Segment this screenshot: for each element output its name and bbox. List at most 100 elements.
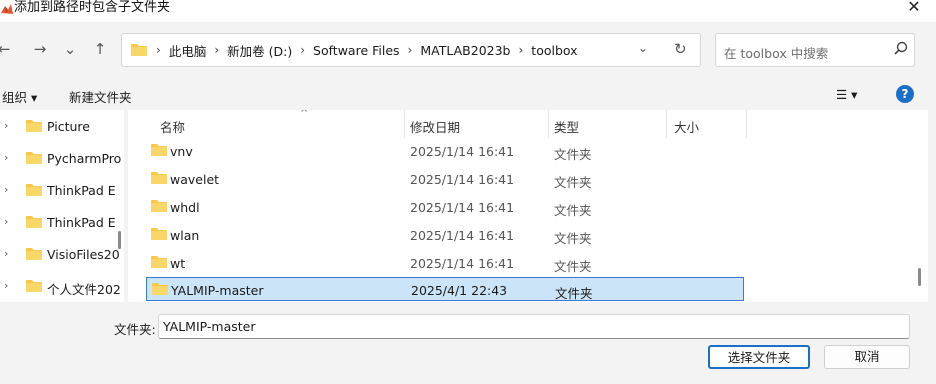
file-type: 文件夹 — [555, 286, 593, 301]
file-list-scrollbar[interactable] — [918, 268, 921, 286]
select-folder-button[interactable]: 选择文件夹 — [708, 345, 810, 369]
view-options-icon[interactable]: ☰ ▾ — [836, 87, 857, 102]
folder-icon — [152, 283, 168, 295]
folder-icon — [151, 172, 167, 184]
file-modified: 2025/4/1 22:43 — [411, 283, 508, 298]
file-name: whdl — [170, 200, 200, 215]
expand-chevron-icon[interactable]: › — [4, 151, 8, 164]
file-modified: 2025/1/14 16:41 — [410, 228, 515, 243]
breadcrumb-separator: › — [156, 43, 161, 57]
folder-name-label: 文件夹: — [114, 322, 156, 337]
file-row-vnv[interactable]: vnv 2025/1/14 16:41 文件夹 — [146, 139, 744, 163]
file-modified: 2025/1/14 16:41 — [410, 200, 515, 215]
window-title: 添加到路径时包含子文件夹 — [14, 0, 171, 15]
matlab-app-icon — [1, 4, 13, 14]
navigation-bar: ← → ⌄ ↑ › 此电脑 › 新加卷 (D:) › Software File… — [0, 22, 936, 78]
column-header-type[interactable]: 类型 — [548, 110, 666, 138]
breadcrumb-this-pc[interactable]: 此电脑 — [169, 41, 207, 60]
file-row-wt[interactable]: wt 2025/1/14 16:41 文件夹 — [146, 251, 744, 275]
file-modified: 2025/1/14 16:41 — [410, 172, 515, 187]
column-header-label: 大小 — [674, 120, 700, 135]
file-row-wavelet[interactable]: wavelet 2025/1/14 16:41 文件夹 — [146, 167, 744, 191]
folder-name-field[interactable] — [158, 314, 910, 339]
folder-icon — [151, 144, 167, 156]
folder-icon — [151, 256, 167, 268]
address-bar[interactable]: › 此电脑 › 新加卷 (D:) › Software Files › MATL… — [121, 33, 701, 67]
cancel-button[interactable]: 取消 — [824, 345, 910, 369]
column-header-size[interactable]: 大小 — [668, 110, 748, 138]
expand-chevron-icon[interactable]: › — [4, 119, 8, 132]
sort-ascending-icon: ^ — [300, 110, 309, 119]
help-icon[interactable]: ? — [896, 85, 914, 103]
address-dropdown-chevron-icon[interactable]: ⌄ — [638, 41, 648, 55]
sidebar-item-visiofiles[interactable]: › VisioFiles20 — [0, 239, 124, 271]
file-name: YALMIP-master — [171, 283, 264, 298]
sidebar-item-label: PycharmPro — [47, 151, 122, 166]
back-arrow-icon[interactable]: ← — [0, 39, 14, 59]
sidebar-item-label: ThinkPad E — [47, 215, 116, 230]
breadcrumb-separator: › — [518, 43, 524, 57]
folder-icon — [151, 200, 167, 212]
sidebar-item-label: Picture — [47, 119, 90, 134]
file-row-wlan[interactable]: wlan 2025/1/14 16:41 文件夹 — [146, 223, 744, 247]
file-name: vnv — [170, 144, 193, 159]
file-type: 文件夹 — [554, 203, 592, 218]
folder-icon — [26, 152, 42, 164]
expand-chevron-icon[interactable]: › — [4, 247, 8, 260]
breadcrumb-separator: › — [214, 43, 220, 57]
breadcrumb-software-files[interactable]: Software Files — [313, 43, 400, 58]
recent-locations-chevron-icon[interactable]: ⌄ — [60, 39, 80, 59]
column-divider[interactable] — [666, 110, 667, 138]
sidebar-item-picture[interactable]: › Picture — [0, 111, 124, 143]
expand-chevron-icon[interactable]: › — [4, 215, 8, 228]
file-name: wt — [170, 256, 186, 271]
folder-icon — [151, 228, 167, 240]
folder-icon — [26, 248, 42, 260]
breadcrumb-matlab2023b[interactable]: MATLAB2023b — [420, 43, 510, 58]
new-folder-button[interactable]: 新建文件夹 — [69, 87, 132, 106]
close-icon[interactable]: ✕ — [902, 0, 926, 17]
breadcrumb-separator: › — [300, 43, 306, 57]
dialog-footer: 文件夹: 选择文件夹 取消 — [0, 302, 936, 384]
command-bar: 组织 ▾ 新建文件夹 ☰ ▾ ? — [0, 82, 936, 108]
column-header-modified[interactable]: 修改日期 — [404, 110, 548, 138]
column-header-label: 修改日期 — [410, 120, 461, 135]
file-name: wlan — [170, 228, 200, 243]
folder-icon — [26, 280, 42, 292]
navigation-pane: › Picture › PycharmPro › ThinkPad E › Th… — [0, 110, 124, 302]
sidebar-item-personal-files[interactable]: › 个人文件202 — [0, 271, 124, 302]
column-divider[interactable] — [746, 110, 747, 138]
expand-chevron-icon[interactable]: › — [4, 279, 8, 292]
file-type: 文件夹 — [554, 231, 592, 246]
file-modified: 2025/1/14 16:41 — [410, 256, 515, 271]
forward-arrow-icon[interactable]: → — [30, 39, 50, 59]
folder-icon — [26, 216, 42, 228]
search-placeholder: 在 toolbox 中搜索 — [724, 46, 829, 61]
file-type: 文件夹 — [554, 175, 592, 190]
file-type: 文件夹 — [554, 259, 592, 274]
sidebar-item-thinkpad-1[interactable]: › ThinkPad E — [0, 175, 124, 207]
breadcrumb-separator: › — [407, 43, 413, 57]
sidebar-item-pycharm[interactable]: › PycharmPro — [0, 143, 124, 175]
up-arrow-icon[interactable]: ↑ — [90, 39, 110, 59]
expand-chevron-icon[interactable]: › — [4, 183, 8, 196]
refresh-icon[interactable]: ↻ — [674, 40, 687, 58]
file-type: 文件夹 — [554, 147, 592, 162]
file-row-whdl[interactable]: whdl 2025/1/14 16:41 文件夹 — [146, 195, 744, 219]
search-icon[interactable] — [892, 40, 910, 58]
folder-icon — [131, 44, 147, 56]
sidebar-scrollbar[interactable] — [118, 231, 121, 249]
sidebar-item-label: VisioFiles20 — [47, 247, 120, 262]
folder-icon — [26, 120, 42, 132]
title-bar: 添加到路径时包含子文件夹 ✕ — [0, 0, 936, 22]
breadcrumb-toolbox[interactable]: toolbox — [531, 43, 577, 58]
sidebar-item-thinkpad-2[interactable]: › ThinkPad E — [0, 207, 124, 239]
organize-menu-button[interactable]: 组织 ▾ — [2, 87, 37, 106]
search-input[interactable]: 在 toolbox 中搜索 — [715, 33, 915, 67]
column-header-label: 名称 — [160, 120, 186, 135]
breadcrumb-drive-d[interactable]: 新加卷 (D:) — [227, 41, 292, 60]
folder-icon — [26, 184, 42, 196]
column-header-name[interactable]: 名称 ^ — [154, 110, 404, 138]
file-row-yalmip-master[interactable]: YALMIP-master 2025/4/1 22:43 文件夹 — [146, 277, 744, 301]
sidebar-item-label: 个人文件202 — [47, 282, 121, 297]
